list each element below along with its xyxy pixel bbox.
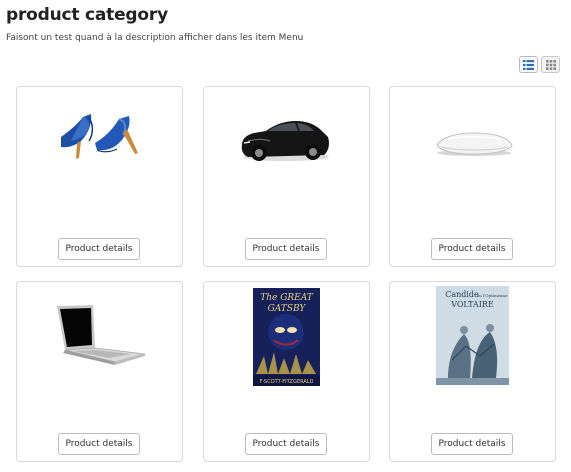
grid-view-button[interactable] [541,56,560,73]
product-card: Product details [203,86,370,267]
product-card: Product details [389,86,556,267]
product-details-button[interactable]: Product details [431,433,513,455]
book-title-bottom: GATSBY [268,304,307,314]
product-details-button[interactable]: Product details [58,433,140,455]
page-title: product category [6,5,168,25]
list-icon [523,59,534,70]
book-cover-image: Candide ou l'Optimisme VOLTAIRE [436,286,509,385]
product-details-button[interactable]: Product details [245,433,327,455]
book-author: VOLTAIRE [450,300,494,309]
page-description: Faisont un test quand à la description a… [6,33,304,43]
laptop-image [57,305,146,365]
product-card: Product details [16,86,183,267]
book-title: Candide [445,290,479,299]
shoes-image [61,114,138,159]
product-details-button[interactable]: Product details [58,238,140,260]
book-author: F·SCOTT·FITZGERALD [260,379,314,385]
book-subtitle: ou l'Optimisme [477,293,508,298]
product-card: Candide ou l'Optimisme VOLTAIRE Product … [389,281,556,462]
product-details-button[interactable]: Product details [245,238,327,260]
car-image [241,121,329,161]
mouse-image [436,132,513,156]
book-title-top: The GREAT [260,293,314,303]
product-card: The GREAT GATSBY F·SCOTT·FITZGERALD Prod… [203,281,370,462]
book-cover-image: The GREAT GATSBY F·SCOTT·FITZGERALD [253,288,320,386]
grid-icon [545,59,556,70]
product-card: Product details [16,281,183,462]
view-toggle [519,56,560,73]
product-details-button[interactable]: Product details [431,238,513,260]
list-view-button[interactable] [519,56,538,73]
